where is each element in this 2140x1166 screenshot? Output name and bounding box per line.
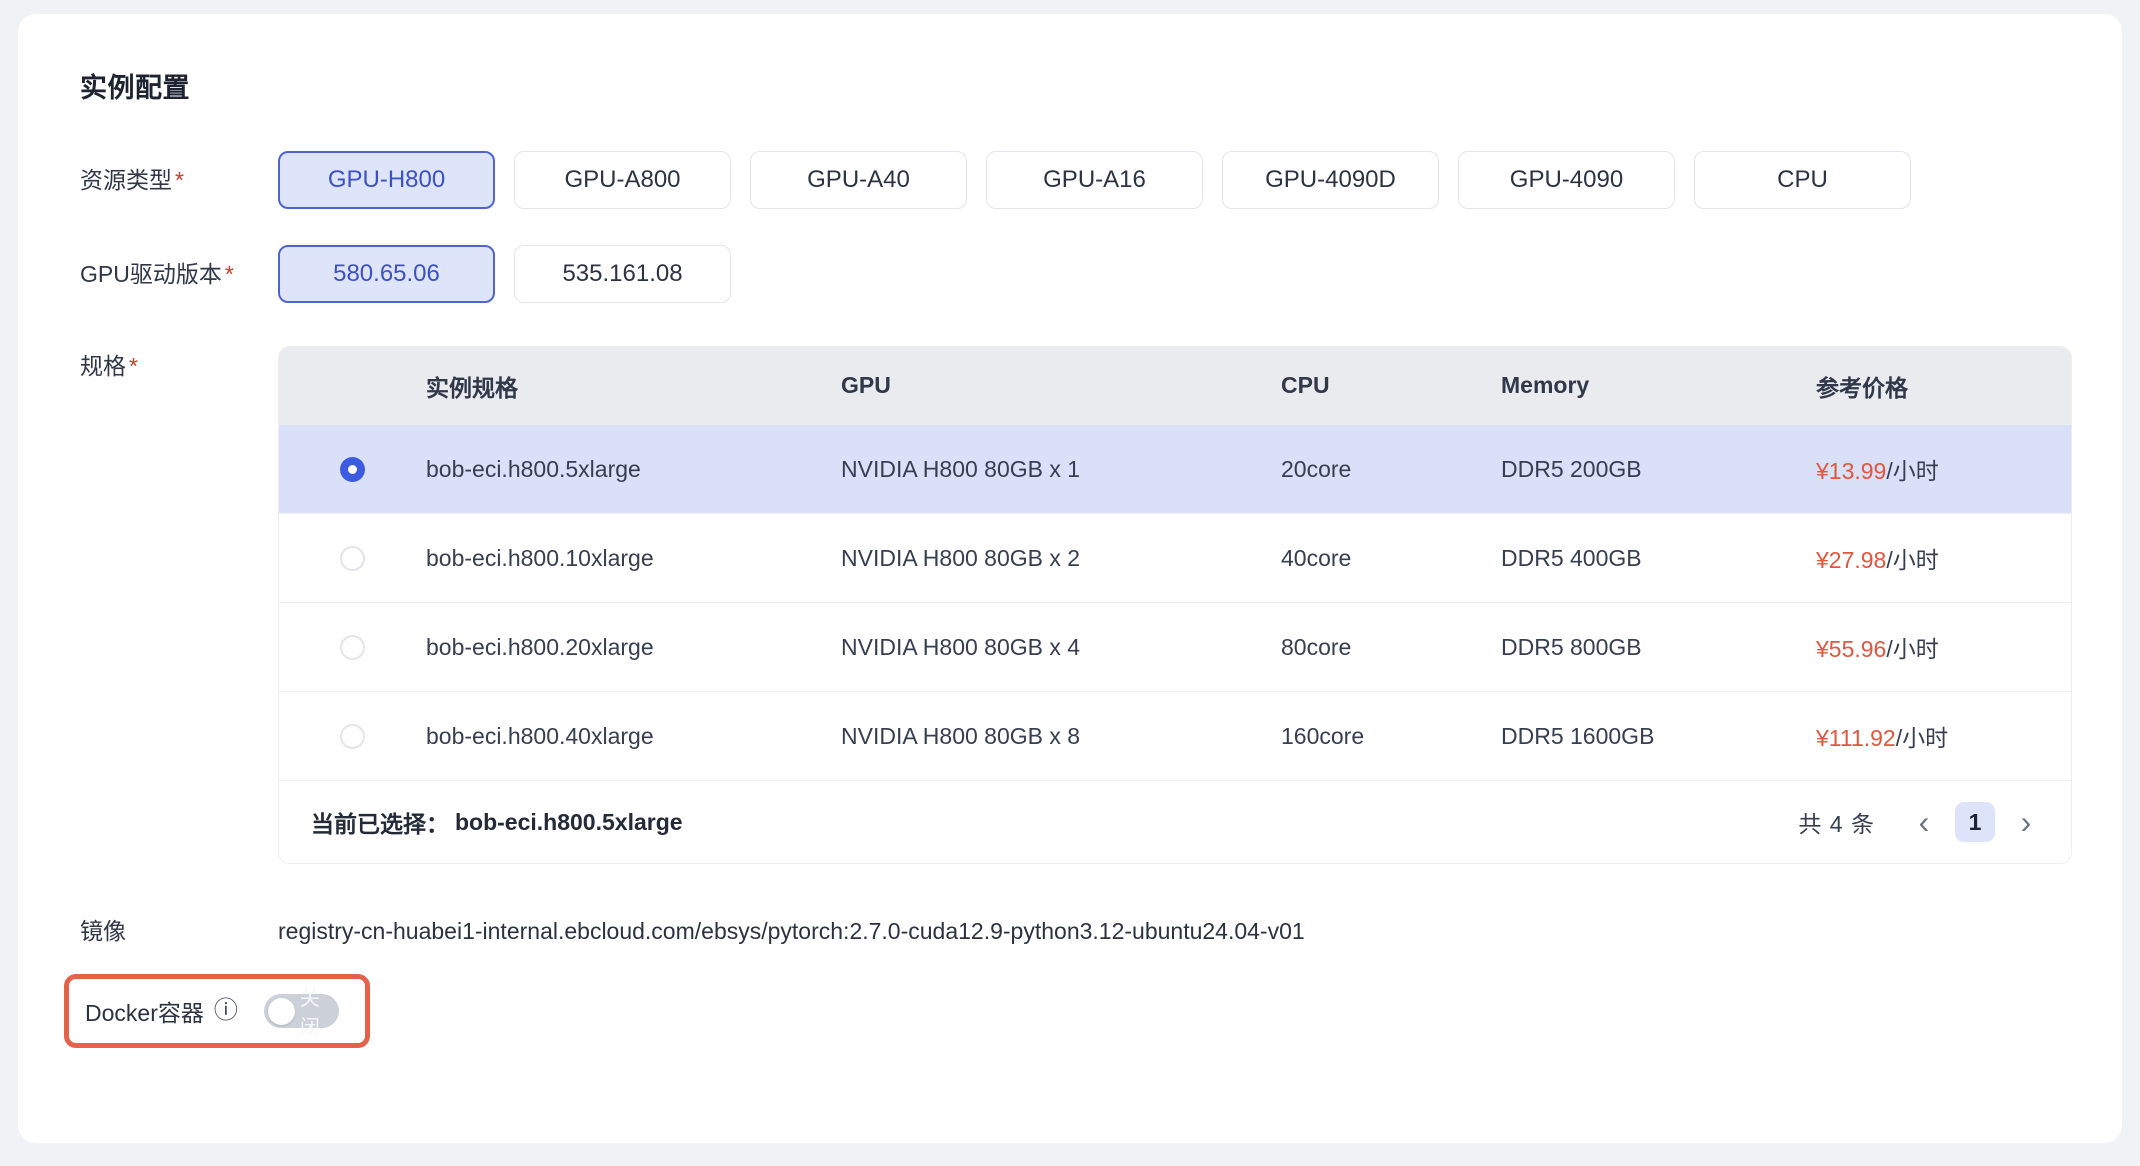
pagination: 共 4 条 ‹ 1 ›: [1798, 802, 2041, 842]
spec-table: 实例规格 GPU CPU Memory 参考价格 bob-eci.h800.5x…: [278, 346, 2072, 864]
chevron-left-icon[interactable]: ‹: [1909, 803, 1939, 841]
resource-type-label: 资源类型*: [80, 151, 278, 209]
cell-price: ¥27.98/小时: [1816, 541, 2071, 575]
header-cell-spec: 实例规格: [426, 369, 841, 403]
page-number-button[interactable]: 1: [1955, 802, 1995, 842]
cell-memory: DDR5 1600GB: [1501, 723, 1816, 750]
header-cell-price: 参考价格: [1816, 369, 2071, 403]
cell-cpu: 160core: [1281, 723, 1501, 750]
toggle-state-label: 关闭: [300, 994, 339, 1028]
cell-cpu: 40core: [1281, 545, 1501, 572]
cell-price: ¥55.96/小时: [1816, 630, 2071, 664]
cell-spec: bob-eci.h800.20xlarge: [426, 634, 841, 661]
toggle-knob: [268, 998, 295, 1025]
driver-version-options: 580.65.06 535.161.08: [278, 245, 750, 303]
cell-gpu: NVIDIA H800 80GB x 8: [841, 723, 1281, 750]
radio-icon[interactable]: [340, 635, 365, 660]
driver-option-535[interactable]: 535.161.08: [514, 245, 731, 303]
header-cell-gpu: GPU: [841, 372, 1281, 399]
cell-spec: bob-eci.h800.40xlarge: [426, 723, 841, 750]
cell-spec: bob-eci.h800.5xlarge: [426, 456, 841, 483]
total-count: 共 4 条: [1798, 805, 1875, 839]
resource-option-cpu[interactable]: CPU: [1694, 151, 1911, 209]
required-asterisk: *: [129, 353, 138, 379]
image-label: 镜像: [80, 916, 278, 946]
resource-option-gpu-4090d[interactable]: GPU-4090D: [1222, 151, 1439, 209]
price-value: ¥13.99: [1816, 458, 1886, 484]
annotation-highlight-box: Docker容器 ⓘ 关闭: [64, 974, 370, 1048]
radio-selected-icon[interactable]: [340, 457, 365, 482]
resource-type-row: 资源类型* GPU-H800 GPU-A800 GPU-A40 GPU-A16 …: [80, 151, 2072, 209]
spec-row: 规格* 实例规格 GPU CPU Memory 参考价格 bob-eci.h80…: [80, 346, 2072, 864]
price-value: ¥27.98: [1816, 547, 1886, 573]
cell-memory: DDR5 400GB: [1501, 545, 1816, 572]
spec-table-header: 实例规格 GPU CPU Memory 参考价格: [279, 347, 2071, 424]
price-unit: /小时: [1886, 458, 1938, 484]
cell-memory: DDR5 200GB: [1501, 456, 1816, 483]
required-asterisk: *: [225, 261, 234, 287]
cell-gpu: NVIDIA H800 80GB x 4: [841, 634, 1281, 661]
instance-config-panel: 实例配置 资源类型* GPU-H800 GPU-A800 GPU-A40 GPU…: [18, 14, 2122, 1143]
table-row[interactable]: bob-eci.h800.40xlarge NVIDIA H800 80GB x…: [279, 691, 2071, 780]
cell-price: ¥13.99/小时: [1816, 452, 2071, 486]
cell-gpu: NVIDIA H800 80GB x 1: [841, 456, 1281, 483]
table-row[interactable]: bob-eci.h800.10xlarge NVIDIA H800 80GB x…: [279, 513, 2071, 602]
header-cell-cpu: CPU: [1281, 372, 1501, 399]
header-cell-memory: Memory: [1501, 372, 1816, 399]
table-row[interactable]: bob-eci.h800.5xlarge NVIDIA H800 80GB x …: [279, 424, 2071, 513]
price-value: ¥55.96: [1816, 636, 1886, 662]
price-value: ¥111.92: [1816, 725, 1896, 751]
docker-row: Docker容器 ⓘ 关闭: [80, 974, 2072, 1048]
driver-version-label: GPU驱动版本*: [80, 245, 278, 303]
table-row[interactable]: bob-eci.h800.20xlarge NVIDIA H800 80GB x…: [279, 602, 2071, 691]
cell-gpu: NVIDIA H800 80GB x 2: [841, 545, 1281, 572]
price-unit: /小时: [1896, 725, 1948, 751]
resource-option-gpu-h800[interactable]: GPU-H800: [278, 151, 495, 209]
required-asterisk: *: [175, 167, 184, 193]
current-selection-label: 当前已选择：: [311, 805, 449, 839]
image-row: 镜像 registry-cn-huabei1-internal.ebcloud.…: [80, 916, 2072, 946]
spec-table-footer: 当前已选择： bob-eci.h800.5xlarge 共 4 条 ‹ 1 ›: [279, 780, 2071, 863]
resource-option-gpu-a16[interactable]: GPU-A16: [986, 151, 1203, 209]
current-selection-value: bob-eci.h800.5xlarge: [455, 809, 683, 836]
docker-toggle[interactable]: 关闭: [264, 994, 339, 1028]
cell-cpu: 20core: [1281, 456, 1501, 483]
resource-option-gpu-4090[interactable]: GPU-4090: [1458, 151, 1675, 209]
cell-cpu: 80core: [1281, 634, 1501, 661]
cell-spec: bob-eci.h800.10xlarge: [426, 545, 841, 572]
image-value: registry-cn-huabei1-internal.ebcloud.com…: [278, 916, 1305, 946]
cell-memory: DDR5 800GB: [1501, 634, 1816, 661]
cell-price: ¥111.92/小时: [1816, 719, 2071, 753]
resource-type-options: GPU-H800 GPU-A800 GPU-A40 GPU-A16 GPU-40…: [278, 151, 1930, 209]
chevron-right-icon[interactable]: ›: [2011, 803, 2041, 841]
radio-icon[interactable]: [340, 724, 365, 749]
resource-option-gpu-a40[interactable]: GPU-A40: [750, 151, 967, 209]
info-icon[interactable]: ⓘ: [214, 999, 238, 1023]
driver-version-row: GPU驱动版本* 580.65.06 535.161.08: [80, 245, 2072, 303]
driver-option-580[interactable]: 580.65.06: [278, 245, 495, 303]
docker-label: Docker容器: [85, 994, 204, 1028]
price-unit: /小时: [1886, 547, 1938, 573]
radio-icon[interactable]: [340, 546, 365, 571]
page-title: 实例配置: [80, 66, 2072, 105]
spec-label: 规格*: [80, 346, 278, 382]
price-unit: /小时: [1886, 636, 1938, 662]
resource-option-gpu-a800[interactable]: GPU-A800: [514, 151, 731, 209]
